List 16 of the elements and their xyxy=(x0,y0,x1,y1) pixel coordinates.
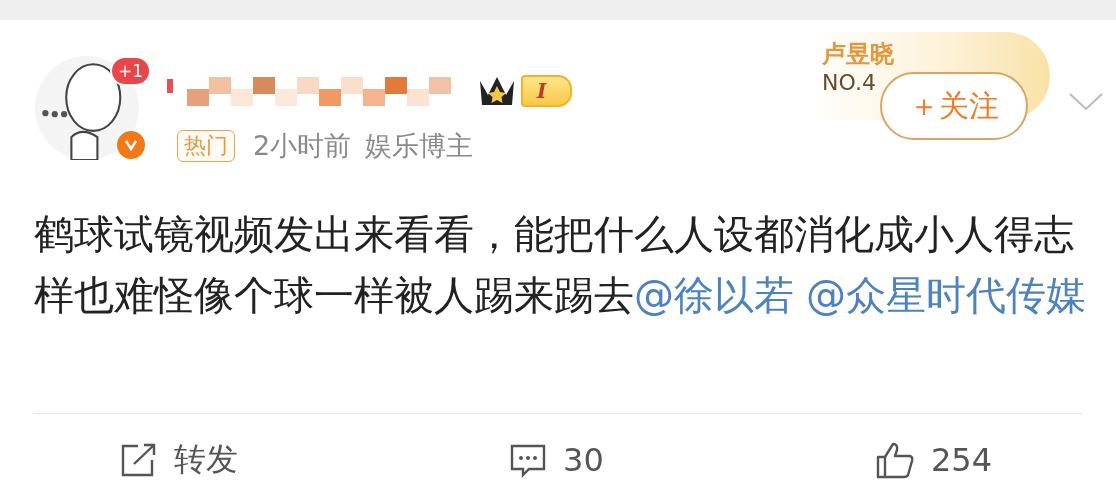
action-button[interactable]: 转发 xyxy=(120,438,238,482)
mention-link[interactable]: @众星时代传媒 xyxy=(806,272,1086,318)
notification-badge: +1 xyxy=(110,56,152,86)
user-category: 娱乐博主 xyxy=(365,129,474,163)
mention-link[interactable]: @徐以若 xyxy=(634,272,794,318)
fan-rank: NO.4 xyxy=(822,70,877,95)
fan-badge-name: 卢昱晓 xyxy=(822,39,895,70)
hot-tag: 热门 xyxy=(177,130,235,162)
action-button[interactable]: 254 xyxy=(874,438,992,482)
post-time: 2小时前 xyxy=(253,129,352,163)
action-button[interactable]: 30 xyxy=(509,438,604,482)
post-text: 鹤球试镜视频发出来看看，能把什么人设都消化成小人得志样也难怪像个球一样被人踢来踢去@徐以若 @众星时代传媒 xyxy=(34,210,1086,320)
level-badge: I xyxy=(521,75,573,107)
thumbs-up-icon xyxy=(874,441,915,479)
comment-icon xyxy=(509,442,548,478)
share-icon xyxy=(120,442,158,478)
